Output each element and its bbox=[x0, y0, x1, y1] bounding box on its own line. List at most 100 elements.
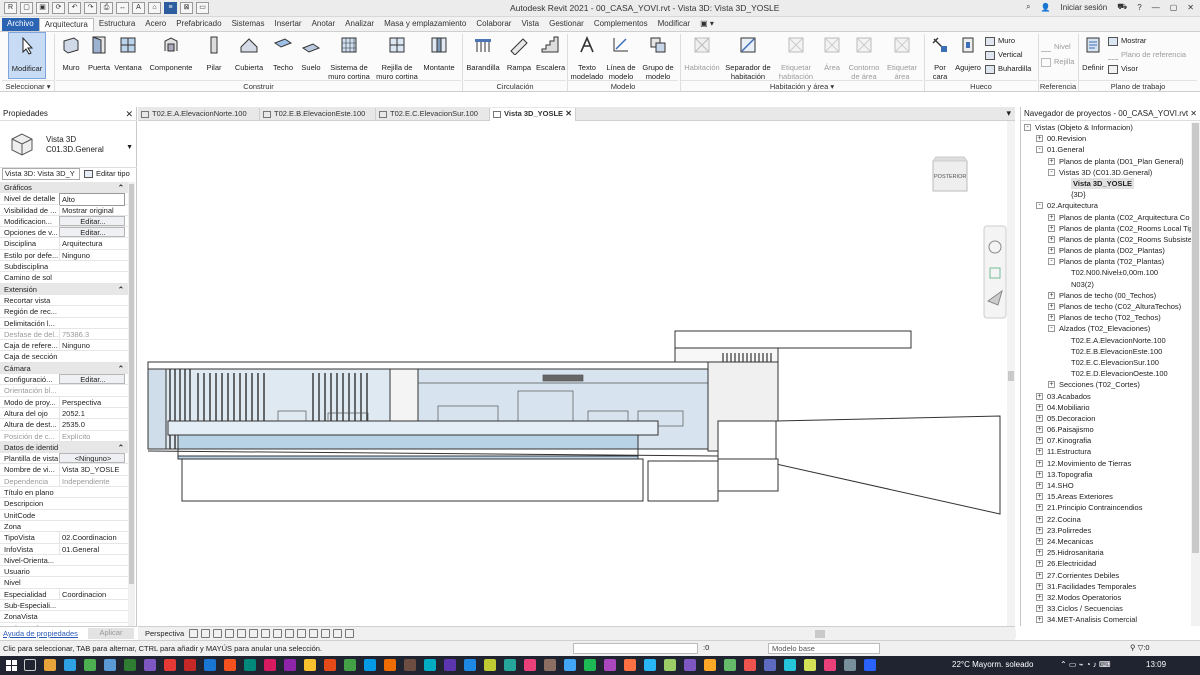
techo-button[interactable]: Techo bbox=[270, 32, 296, 79]
expand-icon[interactable]: + bbox=[1036, 403, 1043, 411]
expand-icon[interactable]: + bbox=[1036, 560, 1043, 568]
app-taskbar-icon[interactable] bbox=[184, 659, 196, 671]
property-category[interactable]: Cámara ⌃ bbox=[0, 362, 128, 375]
browser-tree-node[interactable]: +11.Estructura bbox=[1021, 446, 1191, 457]
expand-icon[interactable]: + bbox=[1048, 314, 1055, 322]
tab-arquitectura[interactable]: Arquitectura bbox=[38, 18, 94, 31]
property-value[interactable]: Mostrar original bbox=[59, 204, 125, 216]
browser-tree-node[interactable]: T02.E.D.ElevacionOeste.100 bbox=[1021, 368, 1191, 379]
browser-tree-node[interactable]: +13.Topografia bbox=[1021, 469, 1191, 480]
browser-tree-node[interactable]: +25.Hidrosanitaria bbox=[1021, 547, 1191, 558]
browser-tree-node[interactable]: +14.SHO bbox=[1021, 480, 1191, 491]
tab-complementos[interactable]: Complementos bbox=[589, 18, 653, 31]
instance-filter-select[interactable]: Vista 3D: Vista 3D_Y bbox=[2, 168, 80, 180]
browser-tree-node[interactable]: + Planos de planta (C02_Arquitectura Co bbox=[1021, 212, 1191, 223]
expand-icon[interactable]: + bbox=[1036, 437, 1043, 445]
expand-icon[interactable]: + bbox=[1048, 303, 1055, 310]
app-taskbar-icon[interactable] bbox=[804, 659, 816, 671]
thin-lines-icon[interactable]: ≡ bbox=[164, 2, 177, 14]
property-category[interactable]: Extensión ⌃ bbox=[0, 283, 128, 295]
close-icon[interactable]: ✕ bbox=[1187, 3, 1194, 12]
app-taskbar-icon[interactable] bbox=[624, 659, 636, 671]
property-category[interactable]: Datos de identidad ⌃ bbox=[0, 441, 128, 454]
sun-path-icon[interactable] bbox=[213, 629, 222, 638]
browser-tree-node[interactable]: - Vistas (Objeto & Informacion) bbox=[1021, 122, 1191, 133]
tab-gestionar[interactable]: Gestionar bbox=[544, 18, 589, 31]
app-taskbar-icon[interactable] bbox=[544, 659, 556, 671]
browser-tree-node[interactable]: +24.Mecanicas bbox=[1021, 536, 1191, 547]
seleccionar-panel-label[interactable]: Seleccionar ▾ bbox=[2, 80, 54, 92]
app-taskbar-icon[interactable] bbox=[104, 659, 116, 671]
expand-icon[interactable]: + bbox=[1036, 392, 1043, 400]
browser-tree-node[interactable]: T02.N00.Nivel±0,00m.100 bbox=[1021, 267, 1191, 278]
collapse-icon[interactable]: ⌃ bbox=[118, 182, 124, 193]
close-hidden-icon[interactable]: ⊠ bbox=[180, 2, 193, 14]
temp-hide-icon[interactable] bbox=[285, 629, 294, 638]
undo-icon[interactable]: ↶ bbox=[68, 2, 81, 14]
browser-tree-node[interactable]: +07.Kinografia bbox=[1021, 435, 1191, 446]
browser-tree-node[interactable]: +00.Revision bbox=[1021, 133, 1191, 144]
expand-icon[interactable]: + bbox=[1036, 504, 1043, 512]
etiquetar-area-button[interactable]: Etiquetar área bbox=[884, 32, 920, 81]
app-taskbar-icon[interactable] bbox=[504, 659, 516, 671]
visor-button[interactable]: Visor bbox=[1108, 63, 1138, 75]
browser-tree-node[interactable]: +34.MET-Analisis Comercial bbox=[1021, 614, 1191, 624]
property-value[interactable]: Coordinacion bbox=[59, 588, 125, 600]
property-value[interactable]: 2535.0 bbox=[59, 419, 125, 431]
browser-scrollbar[interactable] bbox=[1191, 122, 1200, 626]
search-icon[interactable]: ⌕ bbox=[1026, 2, 1030, 12]
muro-button[interactable]: Muro bbox=[58, 32, 84, 79]
mostrar-button[interactable]: Mostrar bbox=[1108, 35, 1146, 47]
expand-icon[interactable]: + bbox=[1036, 593, 1043, 601]
taskbar-clock[interactable]: 13:09 bbox=[1146, 660, 1166, 669]
app-taskbar-icon[interactable] bbox=[844, 659, 856, 671]
3d-view-canvas[interactable]: POSTERIOR bbox=[138, 121, 1015, 626]
linea-modelo-button[interactable]: Línea de modelo bbox=[606, 32, 636, 81]
app-taskbar-icon[interactable] bbox=[364, 659, 376, 671]
property-value[interactable]: Arquitectura bbox=[59, 238, 125, 250]
buhardilla-button[interactable]: Buhardilla bbox=[985, 63, 1031, 75]
property-value[interactable]: 01.General bbox=[59, 543, 125, 555]
app-taskbar-icon[interactable] bbox=[824, 659, 836, 671]
app-taskbar-icon[interactable] bbox=[424, 659, 436, 671]
expand-icon[interactable]: + bbox=[1048, 291, 1055, 299]
browser-tree-node[interactable]: +31.Facilidades Temporales bbox=[1021, 581, 1191, 592]
expand-icon[interactable]: + bbox=[1036, 459, 1043, 467]
tab-acero[interactable]: Acero bbox=[140, 18, 171, 31]
app-taskbar-icon[interactable] bbox=[644, 659, 656, 671]
expand-icon[interactable]: + bbox=[1048, 157, 1055, 165]
measure-icon[interactable]: ↔ bbox=[116, 2, 129, 14]
browser-tree-node[interactable]: -02.Arquitectura bbox=[1021, 200, 1191, 211]
property-edit-button[interactable]: Editar... bbox=[59, 374, 125, 385]
reveal-constraints-icon[interactable] bbox=[345, 629, 354, 638]
edit-type-button[interactable]: Editar tipo bbox=[84, 168, 130, 180]
property-edit-button[interactable]: <Ninguno> bbox=[59, 453, 125, 464]
tab-elevacion-este[interactable]: T02.E.B.ElevacionEste.100 bbox=[260, 108, 376, 121]
tab-estructura[interactable]: Estructura bbox=[94, 18, 140, 31]
collapse-icon[interactable]: ⌃ bbox=[118, 442, 124, 453]
user-icon[interactable]: 👤 bbox=[1041, 3, 1051, 12]
browser-tree-node[interactable]: - Planos de planta (T02_Plantas) bbox=[1021, 256, 1191, 267]
expand-icon[interactable]: + bbox=[1048, 247, 1055, 255]
suelo-button[interactable]: Suelo bbox=[298, 32, 324, 79]
browser-tree-node[interactable]: +06.Paisajismo bbox=[1021, 424, 1191, 435]
highlight-displacement-icon[interactable] bbox=[333, 629, 342, 638]
browser-tree-node[interactable]: + Planos de planta (C02_Rooms Local Tip bbox=[1021, 223, 1191, 234]
switch-windows-icon[interactable]: ▭ bbox=[196, 2, 209, 14]
browser-tree-node[interactable]: +12.Movimiento de Tierras bbox=[1021, 458, 1191, 469]
tray-icons[interactable]: ⌃ ▭ ⌁ ◔ ♪ ⌨ bbox=[1060, 660, 1111, 669]
tab-vista[interactable]: Vista bbox=[516, 18, 544, 31]
app-taskbar-icon[interactable] bbox=[404, 659, 416, 671]
save-icon[interactable]: ▣ bbox=[36, 2, 49, 14]
app-taskbar-icon[interactable] bbox=[124, 659, 136, 671]
app-taskbar-icon[interactable] bbox=[264, 659, 276, 671]
browser-tree-node[interactable]: +03.Acabados bbox=[1021, 391, 1191, 402]
tab-elevacion-sur[interactable]: T02.E.C.ElevacionSur.100 bbox=[376, 108, 490, 121]
browser-tree-node[interactable]: - Alzados (T02_Elevaciones) bbox=[1021, 323, 1191, 334]
maximize-icon[interactable]: ▢ bbox=[1170, 3, 1178, 12]
browser-tree-node[interactable]: +22.Cocina bbox=[1021, 514, 1191, 525]
weather-widget[interactable]: 22°C Mayorm. soleado bbox=[952, 660, 1033, 669]
temp-view-props-icon[interactable] bbox=[309, 629, 318, 638]
app-taskbar-icon[interactable] bbox=[704, 659, 716, 671]
browser-tree-node[interactable]: N03(2) bbox=[1021, 279, 1191, 290]
